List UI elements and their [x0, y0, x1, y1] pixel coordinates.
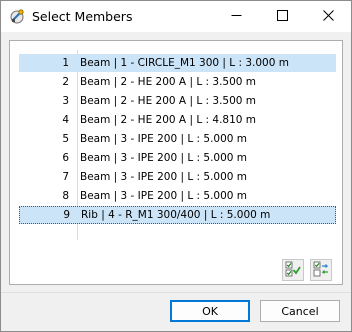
member-row[interactable]: 8 Beam | 3 - IPE 200 | L : 5.000 m	[19, 187, 336, 205]
member-number: 1	[62, 57, 69, 69]
member-number: 9	[63, 209, 70, 221]
member-label: Beam | 2 - HE 200 A | L : 3.500 m	[80, 76, 257, 88]
dialog-content: 1 Beam | 1 - CIRCLE_M1 300 | L : 3.000 m…	[1, 32, 351, 331]
member-label: Rib | 4 - R_M1 300/400 | L : 5.000 m	[81, 209, 271, 221]
member-label: Beam | 2 - HE 200 A | L : 3.500 m	[80, 95, 257, 107]
member-label: Beam | 1 - CIRCLE_M1 300 | L : 3.000 m	[80, 57, 289, 69]
title-bar: Select Members	[1, 1, 351, 32]
maximize-button[interactable]	[259, 1, 305, 32]
cancel-button[interactable]: Cancel	[260, 300, 340, 322]
select-all-button[interactable]	[282, 259, 304, 281]
invert-selection-icon	[313, 261, 329, 280]
minimize-button[interactable]	[213, 1, 259, 32]
member-row[interactable]: 6 Beam | 3 - IPE 200 | L : 5.000 m	[19, 149, 336, 167]
close-button[interactable]	[305, 1, 351, 32]
member-label: Beam | 3 - IPE 200 | L : 5.000 m	[80, 152, 248, 164]
select-all-icon	[285, 261, 301, 280]
minimize-icon	[231, 10, 242, 24]
invert-selection-button[interactable]	[310, 259, 332, 281]
member-number: 4	[62, 114, 69, 126]
member-label: Beam | 3 - IPE 200 | L : 5.000 m	[80, 190, 248, 202]
member-row[interactable]: 2 Beam | 2 - HE 200 A | L : 3.500 m	[19, 73, 336, 91]
member-row[interactable]: 7 Beam | 3 - IPE 200 | L : 5.000 m	[19, 168, 336, 186]
select-members-dialog: Select Members 1 Beam | 1 - CIRCLE_M1 30…	[0, 0, 352, 332]
member-row[interactable]: 4 Beam | 2 - HE 200 A | L : 4.810 m	[19, 111, 336, 129]
maximize-icon	[276, 9, 288, 24]
member-row[interactable]: 3 Beam | 2 - HE 200 A | L : 3.500 m	[19, 92, 336, 110]
member-number: 2	[62, 76, 69, 88]
dialog-title: Select Members	[32, 9, 133, 24]
members-list[interactable]: 1 Beam | 1 - CIRCLE_M1 300 | L : 3.000 m…	[9, 40, 343, 285]
member-row[interactable]: 9 Rib | 4 - R_M1 300/400 | L : 5.000 m	[19, 206, 336, 224]
member-number: 7	[62, 171, 69, 183]
member-number: 5	[62, 133, 69, 145]
member-row[interactable]: 5 Beam | 3 - IPE 200 | L : 5.000 m	[19, 130, 336, 148]
member-number: 6	[62, 152, 69, 164]
member-row[interactable]: 1 Beam | 1 - CIRCLE_M1 300 | L : 3.000 m	[19, 54, 336, 72]
footer-separator	[1, 292, 351, 293]
member-number: 8	[62, 190, 69, 202]
member-label: Beam | 3 - IPE 200 | L : 5.000 m	[80, 133, 248, 145]
member-label: Beam | 2 - HE 200 A | L : 4.810 m	[80, 114, 257, 126]
select-members-app-icon	[9, 8, 26, 25]
member-number: 3	[62, 95, 69, 107]
ok-button[interactable]: OK	[170, 300, 250, 322]
member-label: Beam | 3 - IPE 200 | L : 5.000 m	[80, 171, 248, 183]
close-icon	[322, 9, 334, 24]
